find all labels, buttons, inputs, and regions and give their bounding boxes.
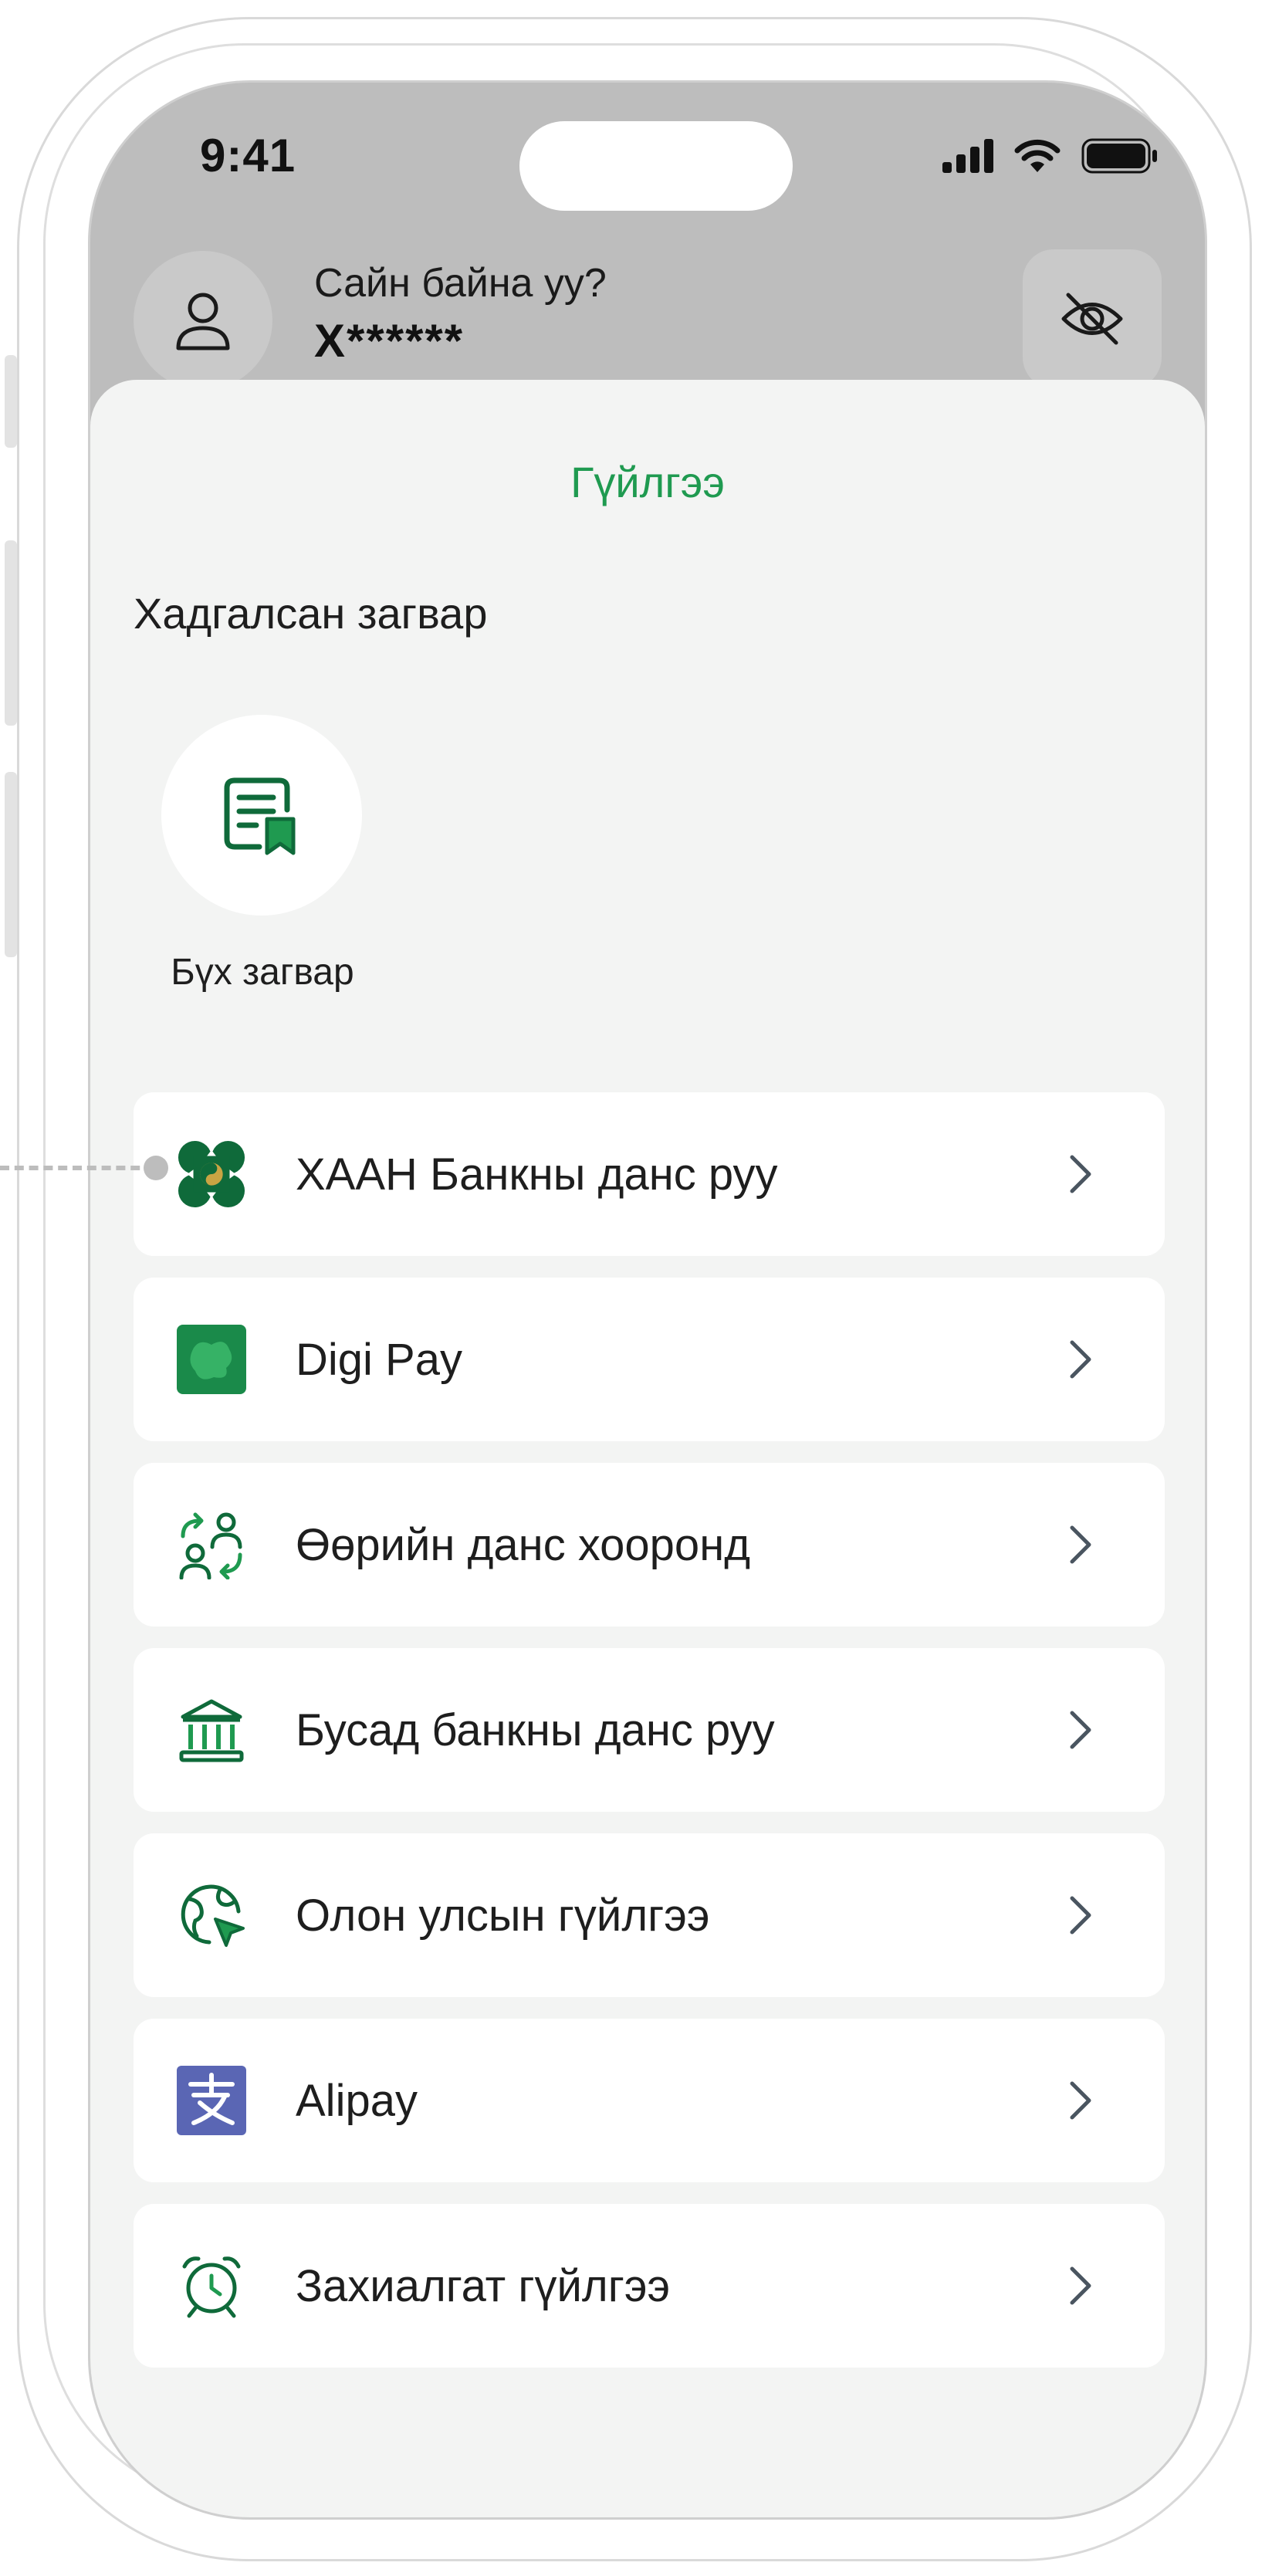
- masked-user-name: Х******: [314, 315, 465, 367]
- menu-item-international[interactable]: Олон улсын гүйлгээ: [134, 1833, 1165, 1997]
- annotation-connector-dot: [144, 1156, 168, 1180]
- saved-templates-label: Хадгалсан загвар: [134, 589, 488, 638]
- chevron-right-icon: [1070, 1155, 1091, 1193]
- menu-item-label: Digi Pay: [296, 1334, 462, 1385]
- device-side-button: [5, 355, 17, 448]
- bank-building-icon: [177, 1695, 246, 1765]
- menu-item-own-accounts[interactable]: Өөрийн данс хооронд: [134, 1463, 1165, 1627]
- transaction-menu: ХААН Банкны данс руу Digi Pay Өөрийн дан…: [134, 1092, 1165, 2389]
- all-templates-button[interactable]: [161, 715, 362, 916]
- chevron-right-icon: [1070, 1340, 1091, 1379]
- cellular-signal-icon: [942, 139, 993, 173]
- menu-item-label: Alipay: [296, 2075, 418, 2126]
- sheet-title: Гүйлгээ: [570, 458, 725, 506]
- greeting-text: Сайн байна уу?: [314, 261, 607, 306]
- user-icon: [176, 293, 230, 350]
- chevron-right-icon: [1070, 2081, 1091, 2120]
- menu-item-alipay[interactable]: Alipay: [134, 2019, 1165, 2182]
- transfer-between-own-accounts-icon: [177, 1510, 246, 1579]
- phone-screen: 9:41 Сайн байна уу? Х****** Гүйлгээ Хадг…: [88, 80, 1207, 2520]
- menu-item-label: Өөрийн данс хооронд: [296, 1519, 751, 1570]
- menu-item-label: ХААН Банкны данс руу: [296, 1149, 778, 1200]
- menu-item-other-banks[interactable]: Бусад банкны данс руу: [134, 1648, 1165, 1812]
- globe-send-icon: [177, 1880, 246, 1950]
- chevron-right-icon: [1070, 1525, 1091, 1564]
- hide-balance-button[interactable]: [1023, 249, 1162, 388]
- menu-item-label: Олон улсын гүйлгээ: [296, 1890, 710, 1941]
- device-side-button: [5, 772, 17, 957]
- document-bookmark-icon: [224, 777, 296, 855]
- profile-button[interactable]: [134, 251, 272, 390]
- menu-item-label: Бусад банкны данс руу: [296, 1704, 775, 1755]
- all-templates-label: Бүх загвар: [171, 952, 354, 993]
- chevron-right-icon: [1070, 1711, 1091, 1749]
- wifi-icon: [1014, 139, 1061, 172]
- battery-icon: [1081, 138, 1157, 174]
- menu-item-khan-bank[interactable]: ХААН Банкны данс руу: [134, 1092, 1165, 1256]
- transactions-sheet: Гүйлгээ Хадгалсан загвар Бүх загвар ХААН…: [90, 380, 1205, 2517]
- device-side-button: [5, 540, 17, 726]
- status-icons: [942, 138, 1159, 174]
- menu-item-digipay[interactable]: Digi Pay: [134, 1278, 1165, 1441]
- digipay-logo-icon: [177, 1325, 246, 1394]
- status-time: 9:41: [200, 130, 296, 181]
- account-header: Сайн байна уу? Х******: [90, 237, 1205, 391]
- eye-off-icon: [1061, 293, 1123, 345]
- annotation-connector-line: [0, 1166, 154, 1170]
- alipay-logo-icon: [177, 2066, 246, 2135]
- menu-item-scheduled[interactable]: Захиалгат гүйлгээ: [134, 2204, 1165, 2368]
- alarm-clock-icon: [177, 2251, 246, 2320]
- khan-bank-logo-icon: [177, 1139, 246, 1209]
- chevron-right-icon: [1070, 2266, 1091, 2305]
- dynamic-island: [519, 121, 793, 211]
- chevron-right-icon: [1070, 1896, 1091, 1935]
- status-bar: 9:41: [90, 83, 1205, 237]
- menu-item-label: Захиалгат гүйлгээ: [296, 2260, 671, 2311]
